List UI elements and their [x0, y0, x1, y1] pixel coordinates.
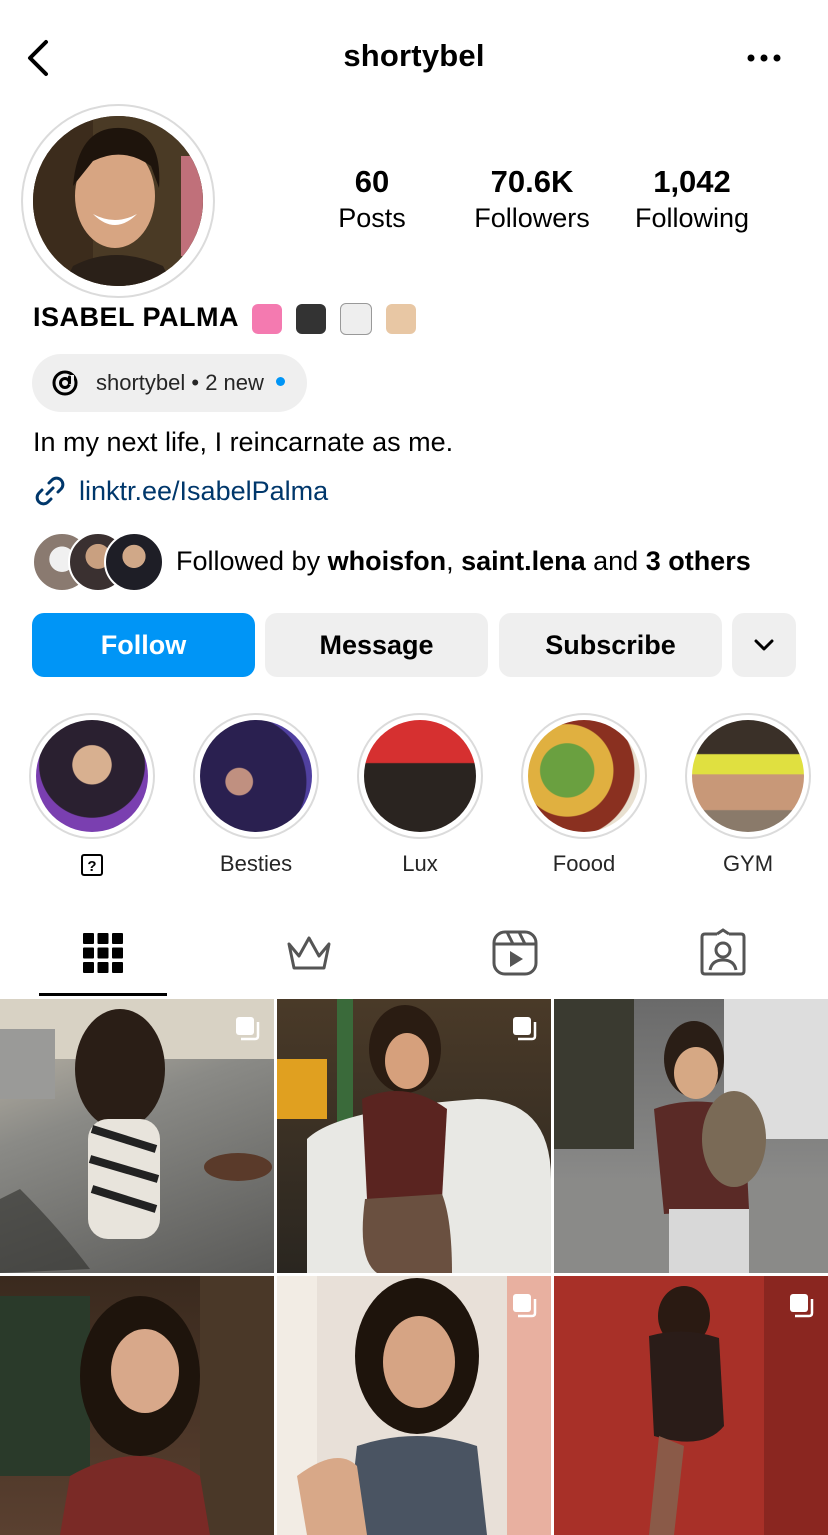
more-options-button[interactable]: [742, 40, 786, 76]
following-label: Following: [634, 203, 750, 233]
followers-count: 70.6K: [490, 164, 574, 199]
tab-reels[interactable]: [491, 928, 539, 978]
highlight-label: ?: [29, 851, 155, 881]
separator: ,: [446, 545, 462, 576]
mutual-followers[interactable]: Followed by whoisfon, saint.lena and 3 o…: [32, 532, 751, 592]
threads-icon: [52, 370, 78, 396]
highlight-item[interactable]: Lux: [357, 713, 483, 881]
chevron-down-icon: [754, 639, 774, 651]
carousel-icon: [513, 1294, 537, 1318]
stat-following[interactable]: 1,042 Following: [622, 164, 762, 236]
highlight-label: GYM: [722, 851, 774, 876]
follow-button[interactable]: Follow: [32, 613, 255, 677]
following-count: 1,042: [653, 164, 731, 199]
link-icon: [35, 476, 65, 506]
mutual-avatars: [32, 532, 164, 592]
and-text: and: [585, 545, 646, 576]
avatar[interactable]: [33, 116, 203, 286]
writing-hand-emoji-icon: [386, 303, 417, 334]
highlight-cover: [200, 720, 312, 832]
highlight-cover: [36, 720, 148, 832]
stat-posts[interactable]: 60 Posts: [322, 164, 422, 236]
crown-icon: [287, 936, 331, 970]
music-score-emoji-icon: [340, 302, 373, 335]
carousel-icon: [513, 1017, 537, 1041]
followed-by-prefix: Followed by: [176, 545, 328, 576]
grid-post[interactable]: [277, 1276, 551, 1535]
mutual-avatar: [104, 532, 164, 592]
subscribe-button[interactable]: Subscribe: [499, 613, 722, 677]
tagged-icon: [700, 928, 746, 976]
highlight-item[interactable]: GYM: [685, 713, 811, 881]
video-camera-emoji-icon: [296, 303, 327, 334]
page-title: shortybel: [343, 38, 485, 73]
svg-text:?: ?: [87, 858, 96, 875]
highlight-cover: [364, 720, 476, 832]
highlight-item[interactable]: ?: [29, 713, 155, 881]
grid-post[interactable]: [277, 999, 551, 1273]
highlight-cover: [528, 720, 640, 832]
profile-link-text: linktr.ee/IsabelPalma: [79, 475, 329, 506]
profile-link[interactable]: linktr.ee/IsabelPalma: [33, 474, 328, 508]
threads-badge-label: shortybel • 2 new: [96, 370, 264, 395]
grid-icon: [83, 933, 123, 973]
highlight-label: Lux: [402, 851, 438, 876]
heart-arrow-emoji-icon: [252, 303, 283, 334]
mutual-user-1[interactable]: whoisfon: [328, 546, 446, 576]
bio-text: In my next life, I reincarnate as me.: [33, 427, 454, 457]
grid-post[interactable]: [0, 999, 274, 1273]
carousel-icon: [236, 1017, 260, 1041]
tab-posts-grid[interactable]: [79, 928, 127, 978]
grid-post[interactable]: [554, 999, 828, 1273]
message-button[interactable]: Message: [265, 613, 488, 677]
display-name-row: ISABEL PALMA: [33, 302, 417, 335]
highlight-item[interactable]: Besties: [193, 713, 319, 881]
stat-followers[interactable]: 70.6K Followers: [462, 164, 602, 236]
tab-tagged[interactable]: [699, 928, 747, 978]
more-icon: [747, 54, 781, 62]
highlight-cover: [692, 720, 804, 832]
tab-subscriptions[interactable]: [285, 928, 333, 978]
posts-count: 60: [354, 164, 390, 199]
display-name: ISABEL PALMA: [33, 302, 239, 332]
new-indicator-dot: [275, 376, 285, 386]
highlight-item[interactable]: Foood: [521, 713, 647, 881]
highlight-label: Besties: [219, 851, 293, 876]
reels-icon: [492, 930, 538, 976]
posts-label: Posts: [338, 203, 406, 233]
threads-badge[interactable]: shortybel • 2 new: [32, 354, 307, 412]
question-box-icon: ?: [81, 854, 103, 876]
mutual-others[interactable]: 3 others: [646, 546, 751, 576]
carousel-icon: [790, 1294, 814, 1318]
mutual-user-2[interactable]: saint.lena: [461, 546, 586, 576]
active-tab-indicator: [39, 993, 167, 996]
grid-post[interactable]: [554, 1276, 828, 1535]
highlight-label: Foood: [552, 851, 616, 876]
grid-post[interactable]: [0, 1276, 274, 1535]
followers-label: Followers: [474, 203, 590, 233]
suggested-accounts-button[interactable]: [732, 613, 796, 677]
